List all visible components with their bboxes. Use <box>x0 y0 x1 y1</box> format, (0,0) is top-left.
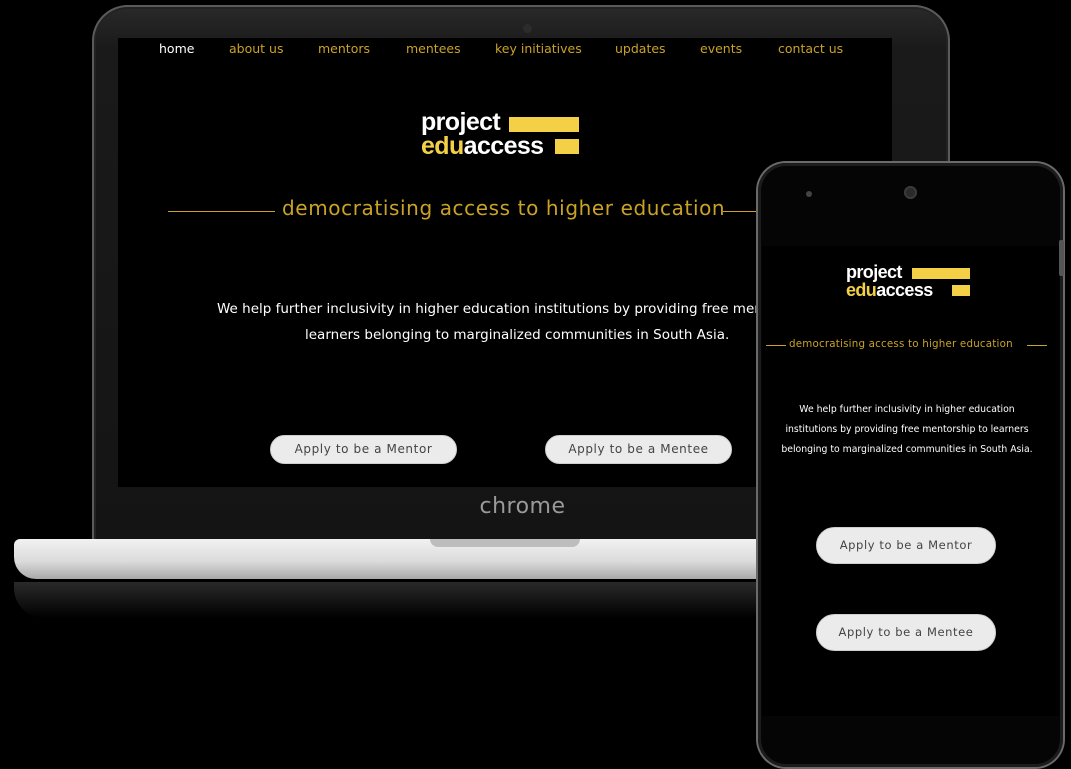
nav-item-key-initiatives[interactable]: key initiatives <box>495 41 582 56</box>
nav-item-mentors[interactable]: mentors <box>318 41 370 56</box>
phone-logo-word-access: access <box>876 280 933 300</box>
apply-mentee-button[interactable]: Apply to be a Mentee <box>545 435 732 464</box>
nav-item-mentees[interactable]: mentees <box>406 41 461 56</box>
phone-intro-description: We help further inclusivity in higher ed… <box>762 400 1052 460</box>
main-navigation: home about us mentors mentees key initia… <box>118 38 892 64</box>
phone-side-button <box>1059 240 1064 276</box>
phone-logo-bar-top <box>912 268 970 279</box>
laptop-notch <box>430 539 580 547</box>
phone-speaker <box>806 191 812 197</box>
laptop-brand-label: chrome <box>479 494 566 519</box>
logo-word-edu: edu <box>421 132 464 160</box>
apply-mentor-button[interactable]: Apply to be a Mentor <box>270 435 457 464</box>
laptop-base <box>14 539 774 579</box>
phone-screen: project eduaccess democratising access t… <box>762 246 1059 716</box>
tagline-rule-left <box>168 211 275 212</box>
phone-tagline-rule-right <box>1027 345 1047 346</box>
logo-bar-top <box>509 117 579 132</box>
phone-intro-line-3: belonging to marginalized communities in… <box>781 444 1033 455</box>
nav-item-events[interactable]: events <box>700 41 742 56</box>
phone-site-logo: project eduaccess <box>846 262 970 300</box>
phone-apply-mentee-button[interactable]: Apply to be a Mentee <box>816 614 996 651</box>
tagline-rule-right <box>723 211 763 212</box>
nav-item-about-us[interactable]: about us <box>229 41 283 56</box>
phone-camera <box>904 186 917 199</box>
phone-apply-mentor-button[interactable]: Apply to be a Mentor <box>816 527 996 564</box>
logo-word-access: access <box>463 132 544 160</box>
nav-item-updates[interactable]: updates <box>615 41 666 56</box>
phone-intro-line-1: We help further inclusivity in higher ed… <box>799 404 1015 415</box>
tagline: democratising access to higher education <box>282 196 726 220</box>
laptop-reflection <box>14 582 774 618</box>
nav-item-home[interactable]: home <box>159 41 194 56</box>
nav-item-contact-us[interactable]: contact us <box>778 41 843 56</box>
laptop-camera <box>523 24 532 33</box>
phone-logo-word-edu: edu <box>846 280 877 300</box>
phone-tagline-rule-left <box>766 345 786 346</box>
phone-logo-bar-bottom <box>952 285 970 296</box>
phone-tagline: democratising access to higher education <box>789 338 1013 350</box>
phone-logo-word-project: project <box>846 262 902 282</box>
site-logo: project eduaccess <box>421 110 579 160</box>
logo-bar-bottom <box>555 139 579 154</box>
phone-intro-line-2: institutions by providing free mentorshi… <box>785 424 1029 435</box>
